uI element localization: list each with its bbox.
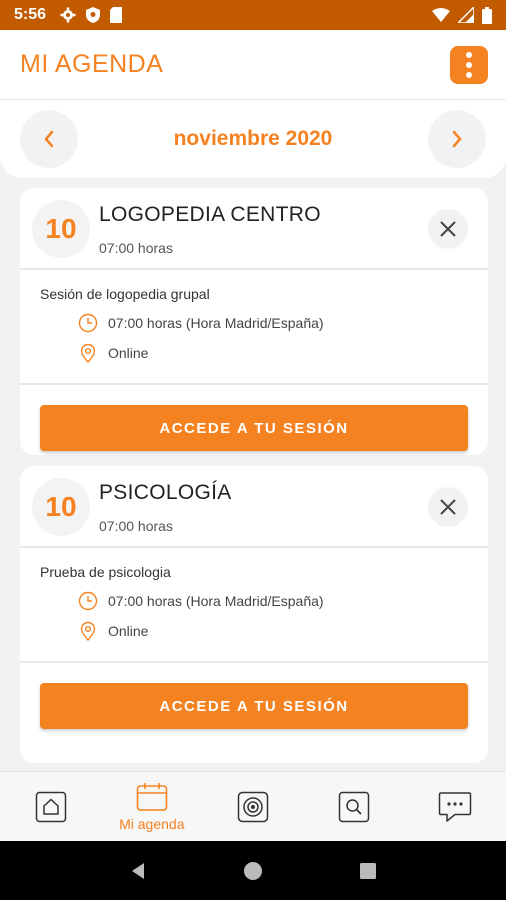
sd-card-icon [110, 7, 123, 23]
chevron-right-icon [452, 130, 462, 148]
location-pin-icon [80, 621, 96, 641]
more-dots-icon [466, 51, 472, 58]
month-label: noviembre 2020 [173, 127, 333, 150]
home-circle-icon[interactable] [243, 861, 263, 881]
clock-icon [78, 313, 98, 333]
shield-icon [86, 7, 101, 23]
month-navigator: noviembre 2020 [0, 100, 506, 178]
status-time: 5:56 [14, 6, 47, 23]
chat-icon [439, 791, 472, 822]
access-session-button[interactable]: ACCEDE A TU SESIÓN [40, 405, 468, 451]
session-time-detail: 07:00 horas (Hora Madrid/España) [108, 593, 324, 609]
signal-icon [458, 7, 474, 23]
cancel-session-button[interactable] [428, 209, 468, 249]
recents-icon[interactable] [358, 861, 378, 881]
search-icon [338, 791, 370, 822]
page-title: MI AGENDA [20, 50, 164, 78]
prev-month-button[interactable] [20, 110, 78, 168]
session-time: 07:00 horas [99, 240, 173, 256]
nav-agenda-label: Mi agenda [119, 815, 185, 832]
session-description: Sesión de logopedia grupal [40, 286, 210, 302]
session-location: Online [108, 623, 149, 639]
session-card: 10 LOGOPEDIA CENTRO 07:00 horas Sesión d… [20, 188, 488, 455]
session-title: LOGOPEDIA CENTRO [99, 203, 321, 226]
chevron-left-icon [44, 130, 54, 148]
close-icon [440, 499, 456, 515]
back-icon[interactable] [128, 861, 148, 881]
calendar-icon [136, 782, 168, 811]
next-month-button[interactable] [427, 110, 486, 168]
session-card: 10 PSICOLOGÍA 07:00 horas Prueba de psic… [20, 466, 488, 763]
app-header: MI AGENDA [0, 30, 506, 100]
nav-agenda[interactable]: Mi agenda [101, 772, 202, 841]
session-time: 07:00 horas [99, 518, 173, 534]
bottom-nav: Mi agenda [0, 771, 506, 841]
system-nav-bar [0, 841, 506, 900]
clock-icon [78, 591, 98, 611]
target-icon [237, 791, 269, 822]
nav-target[interactable] [202, 772, 303, 841]
access-session-button[interactable]: ACCEDE A TU SESIÓN [40, 683, 468, 729]
nav-search[interactable] [304, 772, 405, 841]
cancel-session-button[interactable] [428, 487, 468, 527]
wifi-icon [432, 8, 450, 22]
session-day: 10 [32, 478, 90, 536]
session-time-detail: 07:00 horas (Hora Madrid/España) [108, 315, 324, 331]
location-pin-icon [80, 343, 96, 363]
status-bar: 5:56 [0, 0, 506, 30]
settings-icon [60, 7, 76, 23]
session-title: PSICOLOGÍA [99, 481, 232, 504]
session-location: Online [108, 345, 149, 361]
home-icon [35, 791, 66, 822]
session-description: Prueba de psicologia [40, 564, 171, 580]
session-day: 10 [32, 200, 90, 258]
more-menu-button[interactable] [450, 45, 488, 84]
battery-icon [482, 6, 492, 24]
nav-chat[interactable] [405, 772, 506, 841]
close-icon [440, 221, 456, 237]
nav-home[interactable] [0, 772, 101, 841]
